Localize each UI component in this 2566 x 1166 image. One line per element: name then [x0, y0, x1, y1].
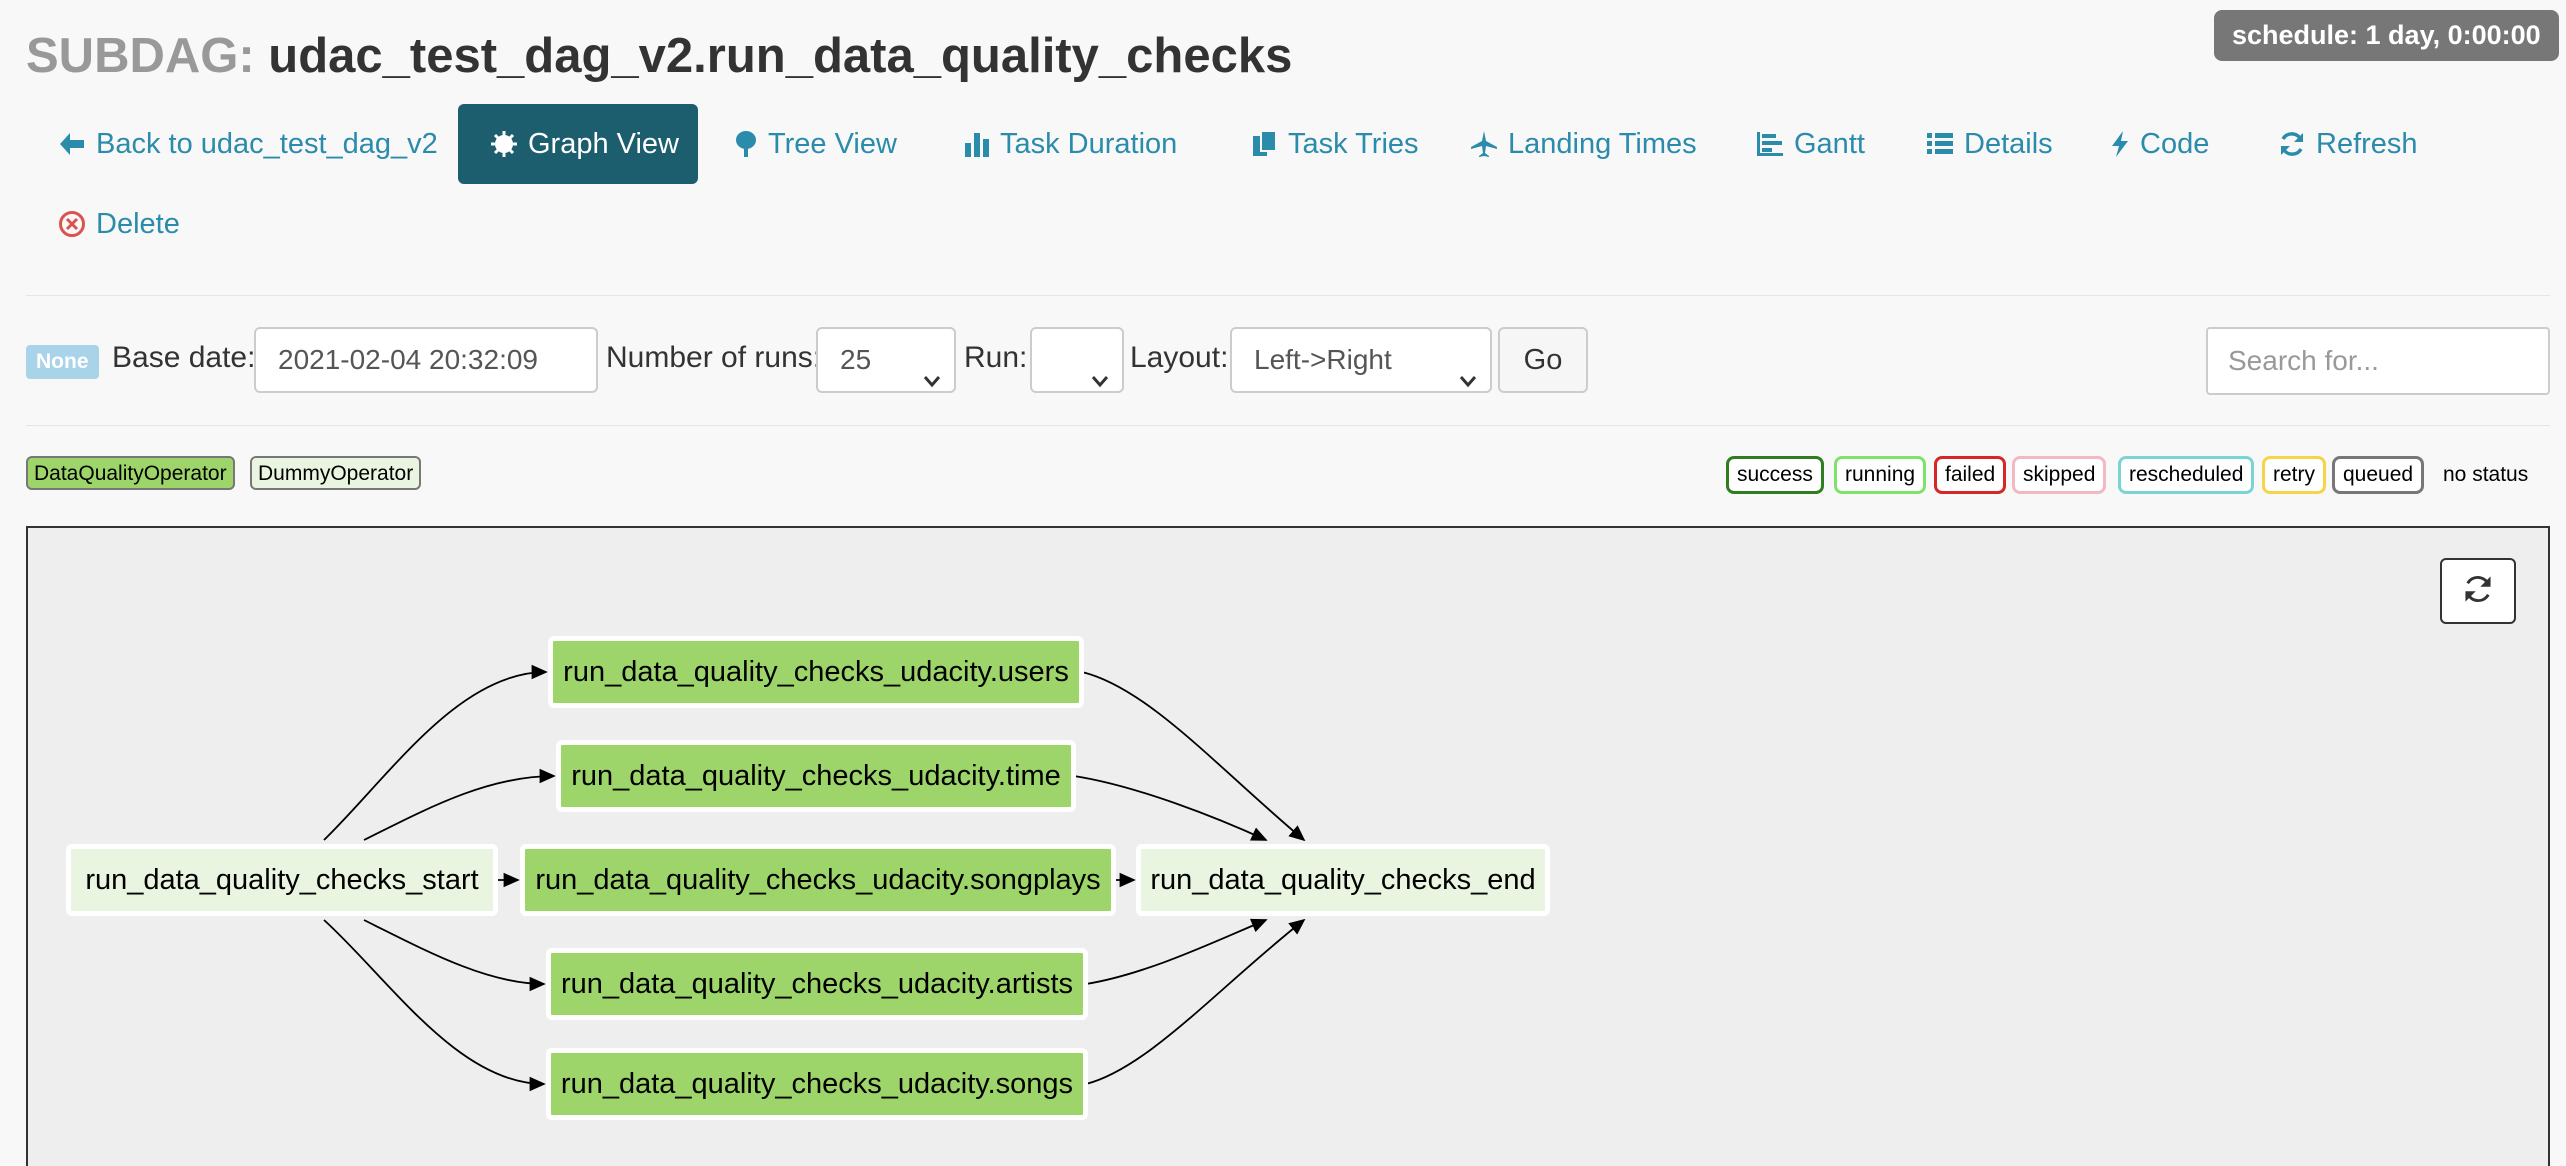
layout-select[interactable]: Left->Right: [1230, 327, 1492, 393]
tab-task-tries[interactable]: Task Tries: [1220, 104, 1451, 184]
task-node-start[interactable]: run_data_quality_checks_start: [66, 844, 498, 916]
edge-users-end: [1081, 671, 1306, 842]
tab-details[interactable]: Details: [1894, 104, 2085, 184]
edge-start-songs: [323, 919, 546, 1092]
bar-chart-icon: [964, 131, 990, 157]
edge-time-end: [1073, 775, 1268, 841]
task-node-users[interactable]: run_data_quality_checks_udacity.users: [548, 636, 1084, 708]
chevron-down-icon: [1090, 351, 1110, 413]
page-title: SUBDAG: udac_test_dag_v2.run_data_qualit…: [26, 28, 1292, 84]
list-icon: [1926, 131, 1954, 157]
search-input[interactable]: Search for...: [2206, 327, 2550, 395]
task-node-end[interactable]: run_data_quality_checks_end: [1136, 844, 1550, 916]
delete-button[interactable]: Delete: [26, 184, 212, 264]
edge-songs-end: [1085, 918, 1306, 1085]
page-title-prefix: SUBDAG:: [26, 29, 255, 83]
refresh-button[interactable]: Refresh: [2246, 104, 2450, 184]
state-legend-failed[interactable]: failed: [1934, 456, 2007, 494]
tab-landing-times[interactable]: Landing Times: [1438, 104, 1729, 184]
operator-legend-dataquality: DataQualityOperator: [26, 456, 235, 490]
base-date-input[interactable]: 2021-02-04 20:32:09: [254, 327, 598, 393]
state-legend-retry[interactable]: retry: [2262, 456, 2326, 494]
operator-legend-dummy: DummyOperator: [250, 456, 422, 490]
base-date-label: Base date:: [112, 341, 256, 374]
plane-icon: [1470, 130, 1498, 158]
run-select[interactable]: [1030, 327, 1124, 393]
gantt-icon: [1756, 131, 1784, 157]
run-label: Run:: [964, 341, 1028, 374]
task-node-time[interactable]: run_data_quality_checks_udacity.time: [556, 740, 1076, 812]
tab-task-duration[interactable]: Task Duration: [932, 104, 1209, 184]
edge-start-time: [363, 768, 556, 841]
task-node-songs[interactable]: run_data_quality_checks_udacity.songs: [546, 1048, 1088, 1120]
tab-tree-view[interactable]: Tree View: [702, 104, 929, 184]
go-button[interactable]: Go: [1498, 327, 1588, 393]
schedule-badge: schedule: 1 day, 0:00:00: [2214, 10, 2559, 61]
arrow-left-icon: [58, 131, 86, 157]
graph-controls-form: None Base date: 2021-02-04 20:32:09 Numb…: [26, 327, 2550, 395]
tab-task-tries-label: Task Tries: [1288, 127, 1419, 160]
chevron-down-icon: [922, 351, 942, 413]
files-icon: [1252, 130, 1278, 158]
layout-value: Left->Right: [1254, 344, 1392, 375]
dag-graph-canvas[interactable]: run_data_quality_checks_start run_data_q…: [26, 526, 2550, 1166]
back-link-label: Back to udac_test_dag_v2: [96, 127, 438, 160]
tree-icon: [734, 130, 758, 158]
state-legend-no-status[interactable]: no status: [2432, 456, 2539, 494]
tab-graph-view-label: Graph View: [528, 127, 679, 160]
page-title-dag-name: udac_test_dag_v2.run_data_quality_checks: [268, 29, 1293, 83]
edge-start-artists: [363, 919, 546, 992]
state-legend-running[interactable]: running: [1834, 456, 1927, 494]
run-state-badge: None: [26, 345, 99, 379]
tab-gantt-label: Gantt: [1794, 127, 1865, 160]
tab-landing-times-label: Landing Times: [1508, 127, 1697, 160]
bolt-icon: [2110, 130, 2130, 158]
graph-refresh-button[interactable]: [2440, 558, 2516, 624]
state-legend-rescheduled[interactable]: rescheduled: [2118, 456, 2255, 494]
layout-label: Layout:: [1130, 341, 1229, 374]
airflow-subdag-graph-page: SUBDAG: udac_test_dag_v2.run_data_qualit…: [0, 0, 2566, 1166]
delete-circle-icon: [58, 210, 86, 238]
num-runs-select[interactable]: 25: [816, 327, 956, 393]
tab-code-label: Code: [2140, 127, 2210, 160]
edge-start-users: [323, 664, 548, 841]
state-legend-skipped[interactable]: skipped: [2012, 456, 2107, 494]
tab-graph-view[interactable]: Graph View: [458, 104, 698, 184]
state-legend-queued[interactable]: queued: [2332, 456, 2425, 494]
task-node-artists[interactable]: run_data_quality_checks_udacity.artists: [546, 948, 1088, 1020]
chevron-down-icon: [1458, 351, 1478, 413]
tab-tree-view-label: Tree View: [768, 127, 897, 160]
task-node-songplays[interactable]: run_data_quality_checks_udacity.songplay…: [520, 844, 1116, 916]
tab-details-label: Details: [1964, 127, 2053, 160]
graph-icon: [490, 130, 518, 158]
tab-task-duration-label: Task Duration: [1000, 127, 1178, 160]
tab-gantt[interactable]: Gantt: [1724, 104, 1897, 184]
delete-button-label: Delete: [96, 207, 180, 240]
tab-code[interactable]: Code: [2078, 104, 2241, 184]
refresh-button-label: Refresh: [2316, 127, 2418, 160]
divider: [26, 425, 2550, 426]
num-runs-value: 25: [840, 344, 872, 375]
back-link[interactable]: Back to udac_test_dag_v2: [26, 104, 470, 184]
refresh-icon: [2462, 573, 2494, 610]
divider: [26, 295, 2550, 296]
refresh-icon: [2278, 130, 2306, 158]
state-legend-success[interactable]: success: [1726, 456, 1824, 494]
num-runs-label: Number of runs:: [606, 341, 822, 374]
